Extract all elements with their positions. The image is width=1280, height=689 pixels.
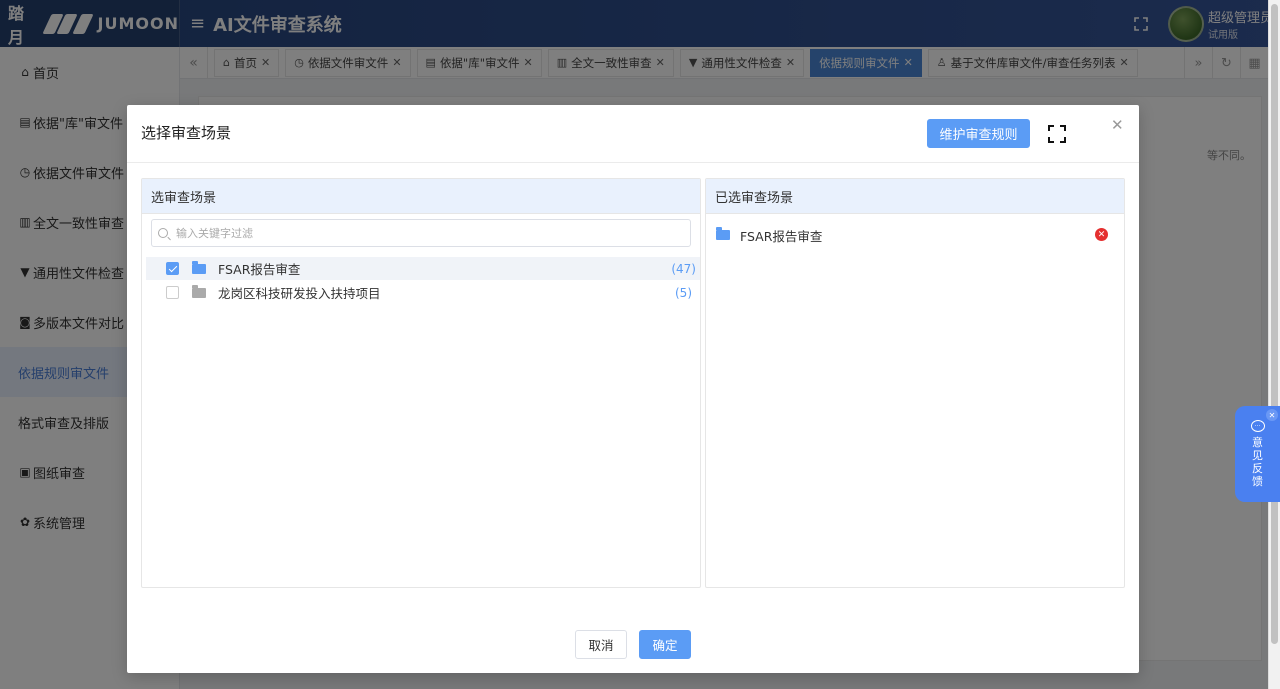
scene-picker-panel: 选审查场景 FSAR报告审查 (47) 龙岗区科技研发投入扶持项目 (5) xyxy=(141,178,701,588)
folder-icon xyxy=(192,284,206,298)
checkbox[interactable] xyxy=(166,286,179,299)
cancel-button[interactable]: 取消 xyxy=(575,630,627,659)
dialog-header: 选择审查场景 维护审查规则 ✕ xyxy=(127,105,1139,163)
tree-node-label: FSAR报告审查 xyxy=(218,262,301,277)
panel-title: 选审查场景 xyxy=(142,179,700,214)
folder-open-icon xyxy=(192,260,206,274)
select-scene-dialog: 选择审查场景 维护审查规则 ✕ 选审查场景 FSAR报告审查 (47) 龙岗区科… xyxy=(127,105,1139,673)
fullscreen-icon[interactable] xyxy=(1048,125,1066,143)
dialog-title: 选择审查场景 xyxy=(141,124,232,142)
selected-item-label: FSAR报告审查 xyxy=(740,228,823,244)
selected-item: FSAR报告审查 ✕ xyxy=(716,225,1116,245)
close-icon[interactable]: ✕ xyxy=(1266,409,1278,421)
tree-node-count: (5) xyxy=(675,285,692,300)
tree-node[interactable]: 龙岗区科技研发投入扶持项目 (5) xyxy=(146,281,700,304)
tree-node[interactable]: FSAR报告审查 (47) xyxy=(146,257,700,280)
page-scrollbar[interactable] xyxy=(1268,0,1280,689)
chat-icon: ··· xyxy=(1250,420,1265,432)
close-icon[interactable]: ✕ xyxy=(1111,116,1124,134)
remove-icon[interactable]: ✕ xyxy=(1095,228,1108,241)
panel-title: 已选审查场景 xyxy=(706,179,1124,214)
feedback-widget[interactable]: ✕ ··· 意见反馈 xyxy=(1235,406,1280,502)
checkbox-checked[interactable] xyxy=(166,262,179,275)
tree-node-count: (47) xyxy=(671,261,696,276)
tree-node-label: 龙岗区科技研发投入扶持项目 xyxy=(218,286,381,301)
folder-icon xyxy=(716,227,730,240)
confirm-button[interactable]: 确定 xyxy=(639,630,691,659)
search-input[interactable] xyxy=(176,226,676,240)
search-icon xyxy=(158,228,168,238)
feedback-label: 意见反馈 xyxy=(1252,436,1263,488)
maintain-rules-button[interactable]: 维护审查规则 xyxy=(927,119,1030,148)
scrollbar-thumb[interactable] xyxy=(1271,4,1278,644)
selected-scenes-panel: 已选审查场景 FSAR报告审查 ✕ xyxy=(705,178,1125,588)
filter-box[interactable] xyxy=(151,219,691,247)
